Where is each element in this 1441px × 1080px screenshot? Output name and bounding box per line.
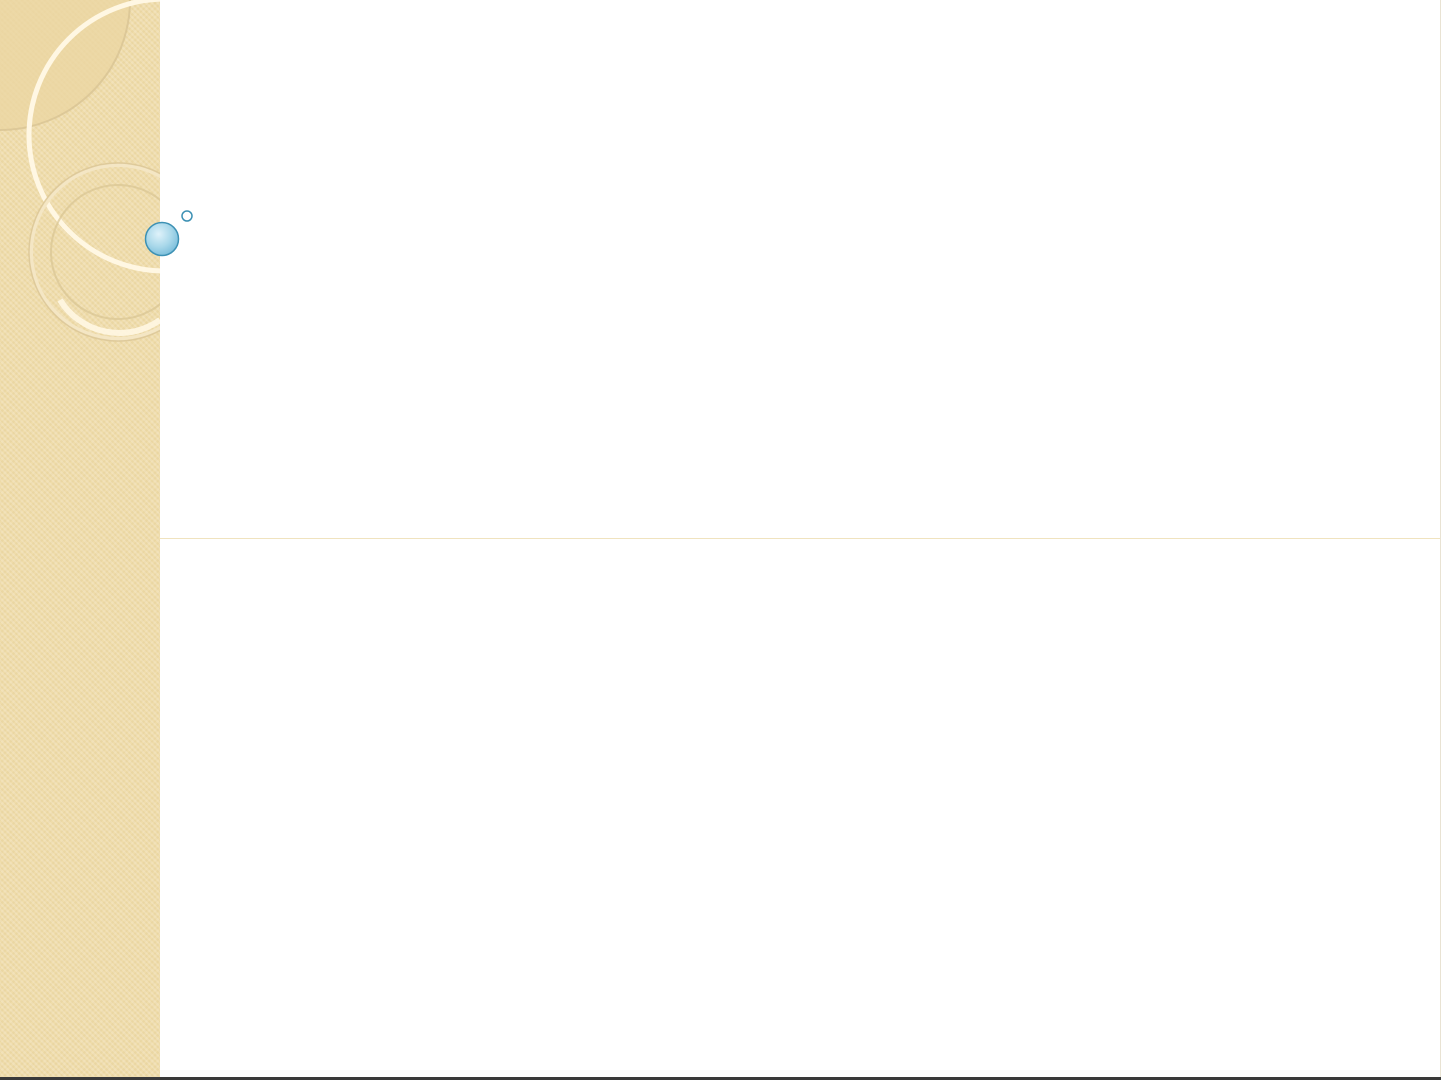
section-divider bbox=[160, 538, 1441, 539]
outer-ring bbox=[29, 163, 160, 341]
slide-title bbox=[210, 200, 1390, 280]
top-quarter-disc bbox=[0, 0, 131, 131]
slide-subtitle bbox=[210, 560, 1390, 620]
slide-content-area bbox=[160, 0, 1441, 1080]
slide bbox=[0, 0, 1441, 1080]
blue-bubble-small bbox=[181, 210, 193, 222]
decorative-circles bbox=[0, 0, 193, 342]
outer-ring-edge bbox=[28, 162, 160, 342]
blue-bubble-large bbox=[144, 221, 180, 257]
